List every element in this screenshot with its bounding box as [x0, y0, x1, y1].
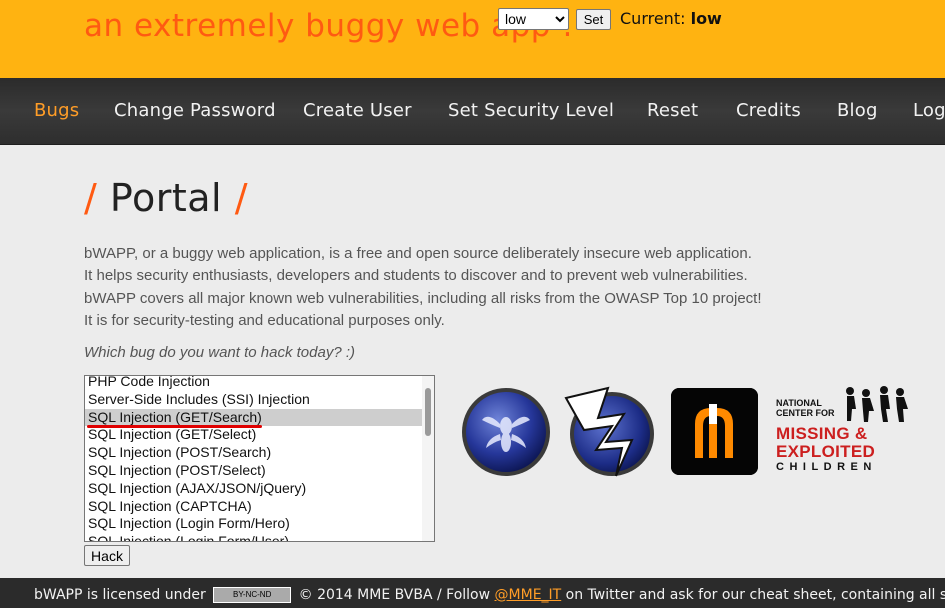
- nav-change-password[interactable]: Change Password: [114, 100, 276, 121]
- intro-line: bWAPP covers all major known web vulnera…: [84, 289, 762, 307]
- listbox-scrollbar[interactable]: [422, 376, 434, 541]
- missing-exploited-children-logo[interactable]: NATIONAL CENTER FOR MISSING & EXPLOITED …: [774, 385, 919, 475]
- twitter-link[interactable]: @MME_IT: [495, 587, 562, 603]
- intro-line: bWAPP, or a buggy web application, is a …: [84, 245, 752, 262]
- footer-middle: © 2014 MME BVBA / Follow: [298, 587, 491, 603]
- bug-option[interactable]: SQL Injection (Login Form/User): [85, 533, 422, 541]
- nav-logout[interactable]: Logout: [913, 100, 945, 121]
- bug-option[interactable]: SQL Injection (AJAX/JSON/jQuery): [85, 480, 422, 498]
- bug-option-selected[interactable]: SQL Injection (GET/Search): [85, 408, 422, 427]
- bug-option[interactable]: SQL Injection (Login Form/Hero): [85, 515, 422, 533]
- nav-set-security-level[interactable]: Set Security Level: [448, 100, 614, 121]
- header-banner: an extremely buggy web app ! low Set Cur…: [0, 0, 945, 78]
- bug-option[interactable]: Server-Side Includes (SSI) Injection: [85, 391, 422, 409]
- title-text: Portal: [109, 176, 223, 220]
- cc-license-badge-icon[interactable]: BY-NC-ND: [213, 587, 292, 603]
- mec-big-line: MISSING &: [776, 424, 868, 443]
- intro-line: It is for security-testing and education…: [84, 311, 445, 329]
- mec-children-text: CHILDREN: [776, 461, 877, 473]
- mec-big-line: EXPLOITED: [776, 442, 876, 461]
- title-slash-right: /: [234, 176, 248, 220]
- hack-button[interactable]: Hack: [84, 545, 130, 566]
- main-nav: Bugs Change Password Create User Set Sec…: [0, 78, 945, 145]
- current-label: Current:: [620, 9, 686, 28]
- security-level-select[interactable]: low: [498, 8, 569, 30]
- title-slash-left: /: [84, 176, 98, 220]
- footer-text: bWAPP is licensed under BY-NC-ND © 2014 …: [34, 587, 945, 603]
- mec-small-text: NATIONAL CENTER FOR: [776, 398, 846, 418]
- nav-credits[interactable]: Credits: [736, 100, 801, 121]
- current-security-level: Current: low: [620, 9, 722, 28]
- footer: bWAPP is licensed under BY-NC-ND © 2014 …: [0, 578, 945, 608]
- nav-bugs[interactable]: Bugs: [34, 100, 79, 121]
- red-underline-annotation: [87, 425, 262, 428]
- bug-listbox[interactable]: PHP Code Injection Server-Side Includes …: [84, 375, 435, 542]
- bug-question: Which bug do you want to hack today? :): [84, 344, 355, 361]
- owasp-zap-logo-icon[interactable]: [562, 384, 656, 478]
- bug-option[interactable]: SQL Injection (GET/Select): [85, 426, 422, 444]
- footer-suffix: on Twitter and ask for our cheat sheet, …: [565, 587, 945, 603]
- intro-text: bWAPP, or a buggy web application, is a …: [84, 243, 804, 332]
- bug-option[interactable]: SQL Injection (POST/Select): [85, 462, 422, 480]
- footer-prefix: bWAPP is licensed under: [34, 587, 206, 603]
- nav-blog[interactable]: Blog: [837, 100, 878, 121]
- netsparker-logo-icon[interactable]: [671, 388, 758, 475]
- nav-reset[interactable]: Reset: [647, 100, 698, 121]
- current-value: low: [690, 9, 722, 28]
- page-title: / Portal /: [84, 176, 248, 220]
- mec-small-line: CENTER FOR: [776, 408, 835, 418]
- bug-option[interactable]: SQL Injection (POST/Search): [85, 444, 422, 462]
- mec-small-line: NATIONAL: [776, 398, 822, 408]
- nav-create-user[interactable]: Create User: [303, 100, 412, 121]
- scrollbar-thumb[interactable]: [425, 388, 431, 436]
- bug-option[interactable]: SQL Injection (CAPTCHA): [85, 498, 422, 516]
- owasp-logo-icon[interactable]: [460, 386, 552, 478]
- mec-big-text: MISSING & EXPLOITED: [776, 425, 875, 461]
- intro-line: It helps security enthusiasts, developer…: [84, 267, 748, 285]
- children-silhouettes-icon: [846, 386, 908, 422]
- bug-option[interactable]: PHP Code Injection: [85, 376, 422, 391]
- set-security-button[interactable]: Set: [576, 9, 611, 30]
